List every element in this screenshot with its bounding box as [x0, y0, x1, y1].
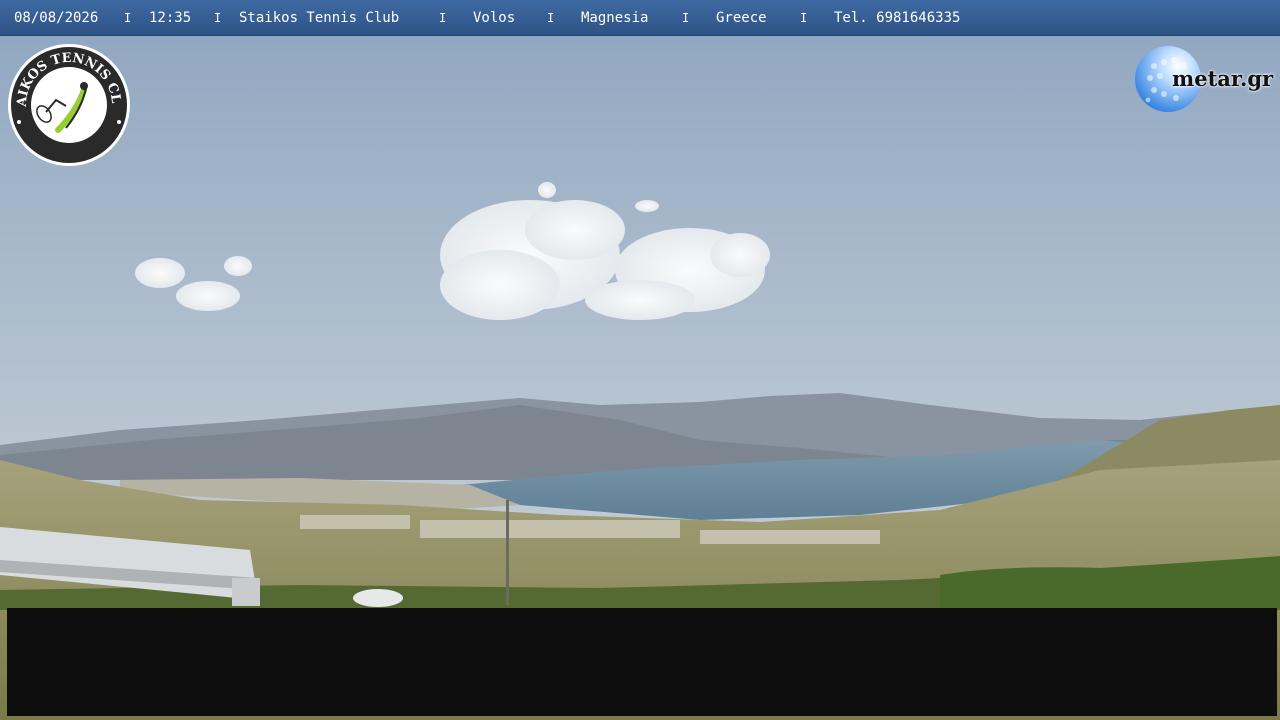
country-text: Greece — [716, 10, 767, 26]
date-text: 08/08/2026 — [14, 10, 99, 26]
bottom-black-panel — [7, 608, 1277, 716]
metar-logo-text: metar.gr — [1172, 66, 1274, 91]
separator: I — [214, 11, 222, 25]
info-bar: 08/08/2026 I 12:35 I Staikos Tennis Club… — [0, 0, 1280, 36]
separator: I — [439, 11, 447, 25]
separator: I — [547, 11, 555, 25]
city-text: Volos — [473, 10, 516, 26]
separator: I — [124, 11, 132, 25]
region-text: Magnesia — [581, 10, 649, 26]
club-logo: STAIKOS TENNIS CLUB VOLOS — [6, 42, 130, 166]
phone-text: Tel. 6981646335 — [834, 10, 961, 26]
separator: I — [682, 11, 690, 25]
separator: I — [800, 11, 808, 25]
time-text: 12:35 — [149, 10, 192, 26]
club-name-text: Staikos Tennis Club — [239, 10, 400, 26]
